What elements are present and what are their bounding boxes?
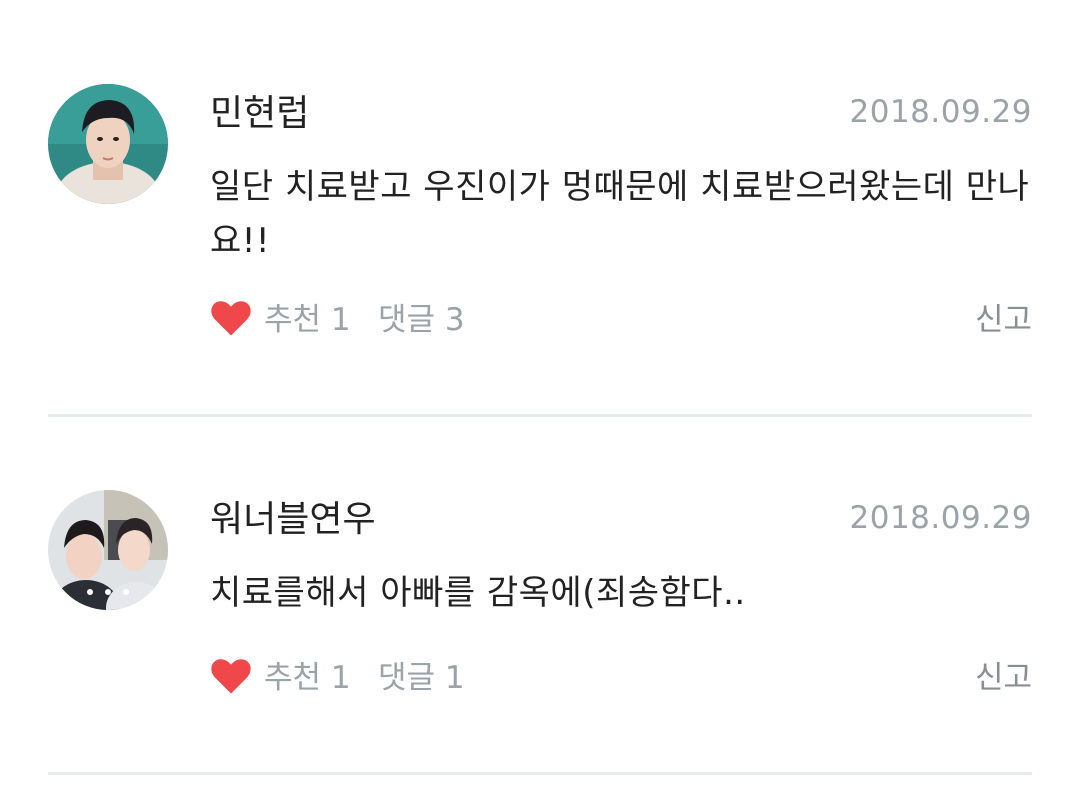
reply-button[interactable]: 댓글 3	[378, 300, 465, 340]
avatar[interactable]	[48, 84, 168, 204]
avatar-image	[48, 84, 168, 204]
reply-button[interactable]: 댓글 1	[378, 658, 465, 698]
comment-date: 2018.09.29	[849, 94, 1032, 130]
divider	[48, 414, 1032, 417]
divider	[48, 772, 1032, 775]
comment-text: 일단 치료받고 우진이가 멍때문에 치료받으러왔는데 만나요!!	[210, 167, 1030, 261]
username[interactable]: 워너블연우	[210, 498, 376, 542]
recommend-button[interactable]: 추천 1	[264, 658, 351, 698]
report-button[interactable]: 신고	[975, 658, 1032, 698]
report-button[interactable]: 신고	[975, 300, 1032, 340]
comment-actions: 추천 1 댓글 1 신고	[210, 654, 1032, 704]
comment-actions: 추천 1 댓글 3 신고	[210, 296, 1032, 346]
avatar-image	[48, 490, 168, 610]
recommend-button[interactable]: 추천 1	[264, 300, 351, 340]
comment-date: 2018.09.29	[849, 500, 1032, 536]
heart-icon[interactable]	[210, 654, 252, 698]
comment-text: 치료를해서 아빠를 감옥에(죄송함다..	[210, 573, 746, 613]
avatar[interactable]	[48, 490, 168, 610]
heart-icon[interactable]	[210, 296, 252, 340]
username[interactable]: 민현럽	[210, 92, 309, 136]
